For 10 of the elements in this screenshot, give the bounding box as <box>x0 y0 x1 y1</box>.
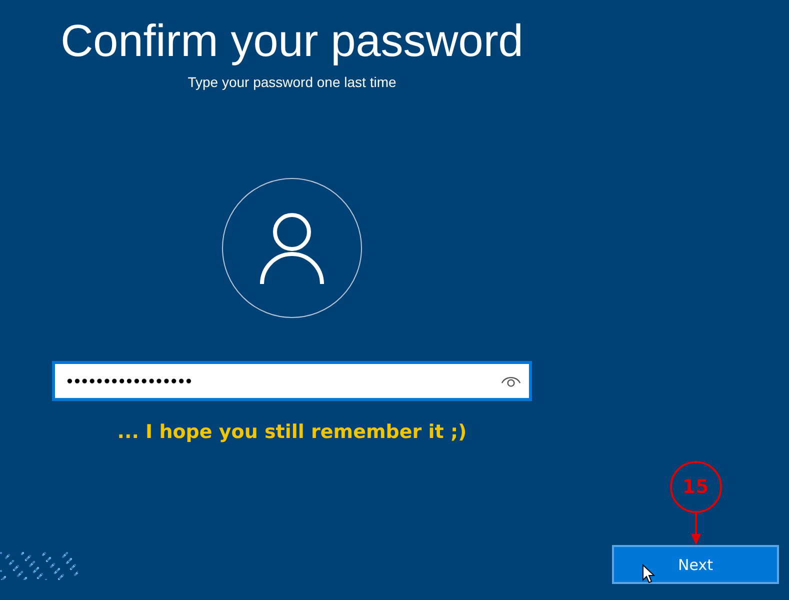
next-button[interactable]: Next <box>612 545 779 584</box>
show-password-icon[interactable] <box>501 374 521 388</box>
arrow-icon <box>690 513 702 545</box>
annotation-text: ... I hope you still remember it ;) <box>117 421 467 443</box>
password-field[interactable]: ••••••••••••••••• <box>52 361 532 401</box>
step-marker: 15 <box>670 461 722 513</box>
page-title: Confirm your password <box>60 14 524 68</box>
page-subtitle: Type your password one last time <box>188 74 396 90</box>
user-avatar-icon <box>222 178 362 318</box>
mouse-cursor-icon <box>642 564 655 584</box>
